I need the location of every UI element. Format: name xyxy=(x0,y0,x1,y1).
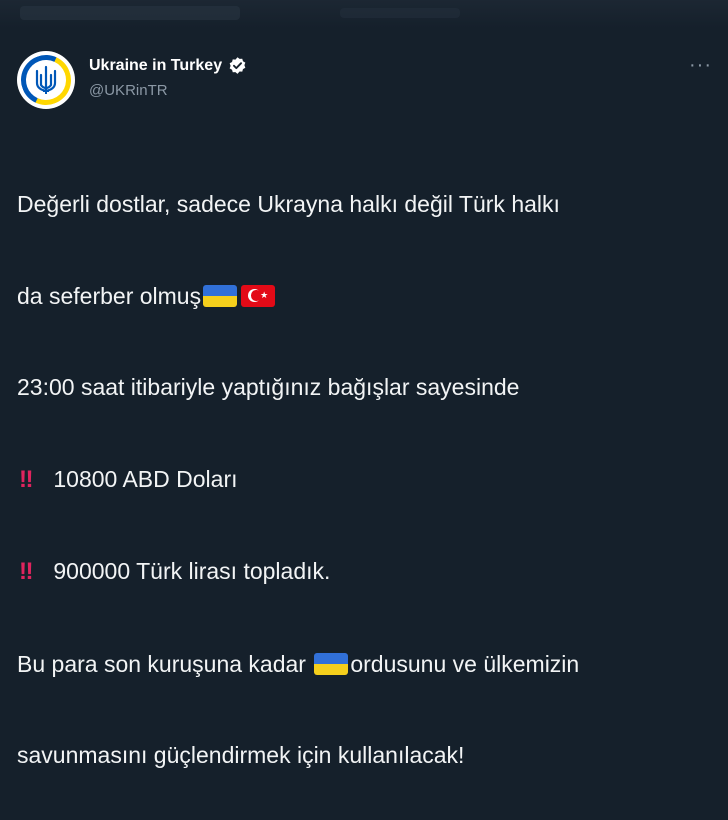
blurred-content xyxy=(20,6,240,20)
tweet-line: ‼ 10800 ABD Doları xyxy=(17,464,717,496)
display-name[interactable]: Ukraine in Turkey xyxy=(89,57,222,75)
top-blurred-strip xyxy=(0,0,728,28)
account-handle[interactable]: @UKRinTR xyxy=(89,82,168,99)
blurred-content xyxy=(340,8,460,18)
ukraine-trident-icon xyxy=(35,65,57,94)
tweet-line-text: 10800 ABD Doları xyxy=(53,465,238,492)
tweet-line: Bu para son kuruşuna kadar ordusunu ve ü… xyxy=(17,649,717,680)
tweet-line-text: 23:00 saat itibariyle yaptığınız bağışla… xyxy=(17,374,520,400)
avatar[interactable] xyxy=(17,51,75,109)
name-row: Ukraine in Turkey xyxy=(89,56,247,75)
ukraine-flag-icon xyxy=(203,284,238,307)
tweet-line: savunmasını güçlendirmek için kullanılac… xyxy=(17,740,717,771)
tweet-line: ‼ 900000 Türk lirası topladık. xyxy=(17,556,717,588)
tweet-text: Değerli dostlar, sadece Ukrayna halkı de… xyxy=(17,128,717,820)
tweet-line-text: 900000 Türk lirası topladık. xyxy=(53,558,331,584)
tweet-line-text: da seferber olmuş xyxy=(17,282,202,309)
tweet-line-text: savunmasını güçlendirmek için kullanılac… xyxy=(17,742,465,768)
turkey-flag-icon: ★ xyxy=(241,284,276,307)
tweet-line: da seferber olmuş ★ xyxy=(17,281,717,312)
tweet-line-text: Değerli dostlar, sadece Ukrayna halkı de… xyxy=(17,191,560,217)
more-options-icon[interactable]: ··· xyxy=(689,54,712,77)
double-exclamation-icon: ‼ xyxy=(19,558,34,585)
tweet-line-text: ordusunu ve ülkemizin xyxy=(350,650,580,677)
tweet-line: 23:00 saat itibariyle yaptığınız bağışla… xyxy=(17,372,717,403)
tweet-card[interactable]: Ukraine in Turkey @UKRinTR ··· Değerli d… xyxy=(0,28,728,768)
verified-badge-icon xyxy=(228,56,247,75)
double-exclamation-icon: ‼ xyxy=(19,465,34,493)
ukraine-flag-icon xyxy=(314,652,349,675)
tweet-line: Değerli dostlar, sadece Ukrayna halkı de… xyxy=(17,189,717,220)
tweet-line-text: Bu para son kuruşuna kadar xyxy=(17,650,313,677)
